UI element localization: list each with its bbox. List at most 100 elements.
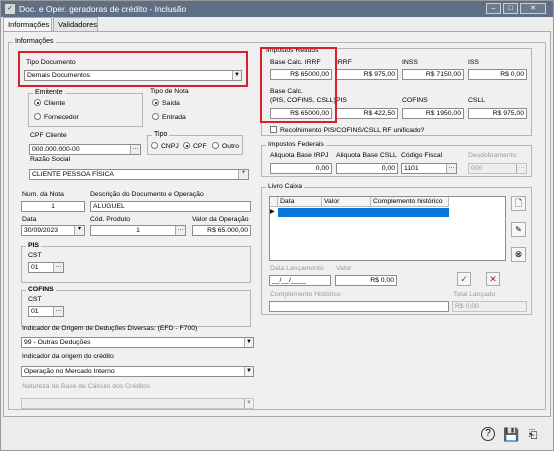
col-header-valor[interactable]: Valor [322, 197, 371, 207]
plus-icon[interactable]: + [238, 170, 248, 179]
radio-cpf[interactable]: CPF [183, 142, 207, 150]
app-icon: ✓ [5, 4, 15, 14]
descricao-input[interactable]: ALUGUEL [90, 201, 251, 212]
table-row[interactable] [278, 208, 449, 217]
title-bar: ✓ Doc. e Oper. geradoras de crédito - In… [1, 1, 553, 17]
livro-caixa-title: Livro Caixa [266, 183, 304, 190]
iss-input[interactable]: R$ 0,00 [468, 69, 527, 80]
valor-lancamento-label: Valor [336, 265, 352, 272]
irrf-label: IRRF [336, 59, 352, 66]
recolhimento-checkbox[interactable]: Recolhimento PIS/COFINS/CSLL RF unificad… [270, 126, 424, 134]
informacoes-group-label: Informações [13, 38, 56, 45]
aliq-irpj-input[interactable]: 0,00 [270, 163, 332, 174]
aliq-csll-input[interactable]: 0,00 [336, 163, 398, 174]
cofins-ret-input[interactable]: R$ 1950,00 [402, 108, 464, 119]
row-pointer-icon: ▶ [270, 209, 275, 215]
inss-input[interactable]: R$ 7150,00 [402, 69, 464, 80]
confirm-icon[interactable]: ✓ [457, 272, 471, 286]
indicador-origem-label: Indicador de Origem de Deduções Diversas… [22, 325, 198, 332]
pis-cst-input[interactable]: 01… [28, 262, 64, 273]
complemento-label: Complemento Histórico [270, 291, 341, 298]
valor-operacao-label: Valor da Operação [192, 216, 249, 223]
valor-operacao-input[interactable]: R$ 65.000,00 [192, 225, 251, 236]
radio-cnpj[interactable]: CNPJ [151, 142, 179, 150]
natureza-base-select[interactable]: ▼ [21, 398, 254, 409]
col-header-data[interactable]: Data [278, 197, 322, 207]
new-document-icon[interactable]: 🗋 [511, 196, 526, 211]
indicador-origem-select[interactable]: 99 - Outras Deduções ▼ [21, 337, 254, 348]
cod-fiscal-input[interactable]: 1101… [401, 163, 457, 174]
radio-cliente[interactable]: Cliente [34, 99, 65, 107]
chevron-down-icon: ▼ [244, 399, 253, 408]
minimize-button[interactable]: – [486, 3, 501, 14]
razao-social-input[interactable]: CLIENTE PESSOA FÍSICA + [29, 169, 249, 180]
chevron-down-icon: ▼ [244, 367, 253, 376]
indicador-credito-label: Indicador da origem do crédito [22, 353, 114, 360]
radio-saida[interactable]: Saída [152, 99, 180, 107]
delete-icon[interactable]: ⊗ [511, 247, 526, 262]
radio-entrada[interactable]: Entrada [152, 113, 186, 121]
tipo-nota-label: Tipo de Nota [150, 88, 189, 95]
data-lancamento-input[interactable]: __/__/____ [269, 275, 331, 286]
ellipsis-icon[interactable]: … [53, 263, 63, 272]
cod-fiscal-label: Código Fiscal [401, 152, 443, 159]
csll-ret-input[interactable]: R$ 975,00 [468, 108, 527, 119]
exit-icon[interactable]: ⎗ [525, 427, 541, 443]
help-icon[interactable]: ? [481, 427, 495, 441]
pis-cst-label: CST [28, 252, 42, 259]
data-input[interactable]: 30/09/2023 ▾ [21, 225, 85, 236]
irrf-input[interactable]: R$ 975,00 [336, 69, 398, 80]
close-button[interactable]: ✕ [520, 3, 546, 14]
table-header-indicator [270, 197, 278, 207]
csll-ret-label: CSLL [468, 97, 486, 104]
calendar-icon[interactable]: ▾ [74, 226, 84, 235]
num-nota-input[interactable]: 1 [21, 201, 85, 212]
desdobramento-input[interactable]: 000… [468, 163, 527, 174]
ellipsis-icon[interactable]: … [516, 164, 526, 173]
pis-ret-label: PIS [336, 97, 347, 104]
ellipsis-icon[interactable]: … [175, 226, 185, 235]
dialog-window: ✓ Doc. e Oper. geradoras de crédito - In… [0, 0, 554, 451]
inss-label: INSS [402, 59, 418, 66]
highlight-box [18, 51, 248, 87]
edit-icon[interactable]: ✎ [511, 222, 526, 237]
col-header-complemento[interactable]: Complemento histórico [371, 197, 449, 207]
cofins-title: COFINS [26, 286, 56, 293]
impostos-federais-title: Impostos Federais [266, 141, 326, 148]
num-nota-label: Num. da Nota [22, 191, 64, 198]
descricao-label: Descrição do Documento e Operação [90, 191, 204, 198]
radio-outro[interactable]: Outro [212, 142, 239, 150]
maximize-button[interactable]: □ [503, 3, 518, 14]
radio-fornecedor[interactable]: Fornecedor [34, 113, 79, 121]
ellipsis-icon[interactable]: … [53, 307, 63, 316]
indicador-credito-select[interactable]: Operação no Mercado Interno ▼ [21, 366, 254, 377]
livro-caixa-table[interactable]: Data Valor Complemento histórico ▶ [269, 196, 506, 261]
window-title: Doc. e Oper. geradoras de crédito - Incl… [19, 4, 187, 14]
iss-label: ISS [468, 59, 479, 66]
highlight-box [260, 47, 337, 123]
cpf-cliente-input[interactable]: 000.000.000-00… [29, 144, 141, 155]
total-lancado-input: R$ 0,00 [452, 301, 527, 312]
natureza-base-label: Natureza da Base de Cálculo dos Créditos [22, 383, 151, 390]
total-lancado-label: Total Lançado [453, 291, 496, 298]
cpf-cliente-label: CPF Cliente [30, 132, 67, 139]
valor-lancamento-input[interactable]: R$ 0,00 [335, 275, 397, 286]
cofins-cst-input[interactable]: 01… [28, 306, 64, 317]
tab-validadores[interactable]: Validadores [53, 17, 98, 31]
aliq-irpj-label: Aliquota Base IRPJ [270, 152, 329, 159]
aliq-csll-label: Aliquota Base CSLL [336, 152, 397, 159]
cod-produto-input[interactable]: 1… [90, 225, 186, 236]
chevron-down-icon: ▼ [244, 338, 253, 347]
ellipsis-icon[interactable]: … [130, 145, 140, 154]
pis-ret-input[interactable]: R$ 422,50 [336, 108, 398, 119]
save-icon[interactable]: 💾 [503, 427, 519, 443]
cofins-ret-label: COFINS [402, 97, 428, 104]
tab-informacoes[interactable]: Informações [3, 17, 52, 31]
ellipsis-icon[interactable]: … [446, 164, 456, 173]
complemento-input[interactable] [269, 301, 449, 312]
desdobramento-label: Desdobramento [468, 152, 517, 159]
cod-produto-label: Cód. Produto [90, 216, 131, 223]
data-label: Data [22, 216, 37, 223]
cancel-icon[interactable]: ✕ [486, 272, 500, 286]
tab-content: Informações Tipo Documento Demais Docume… [3, 31, 551, 417]
